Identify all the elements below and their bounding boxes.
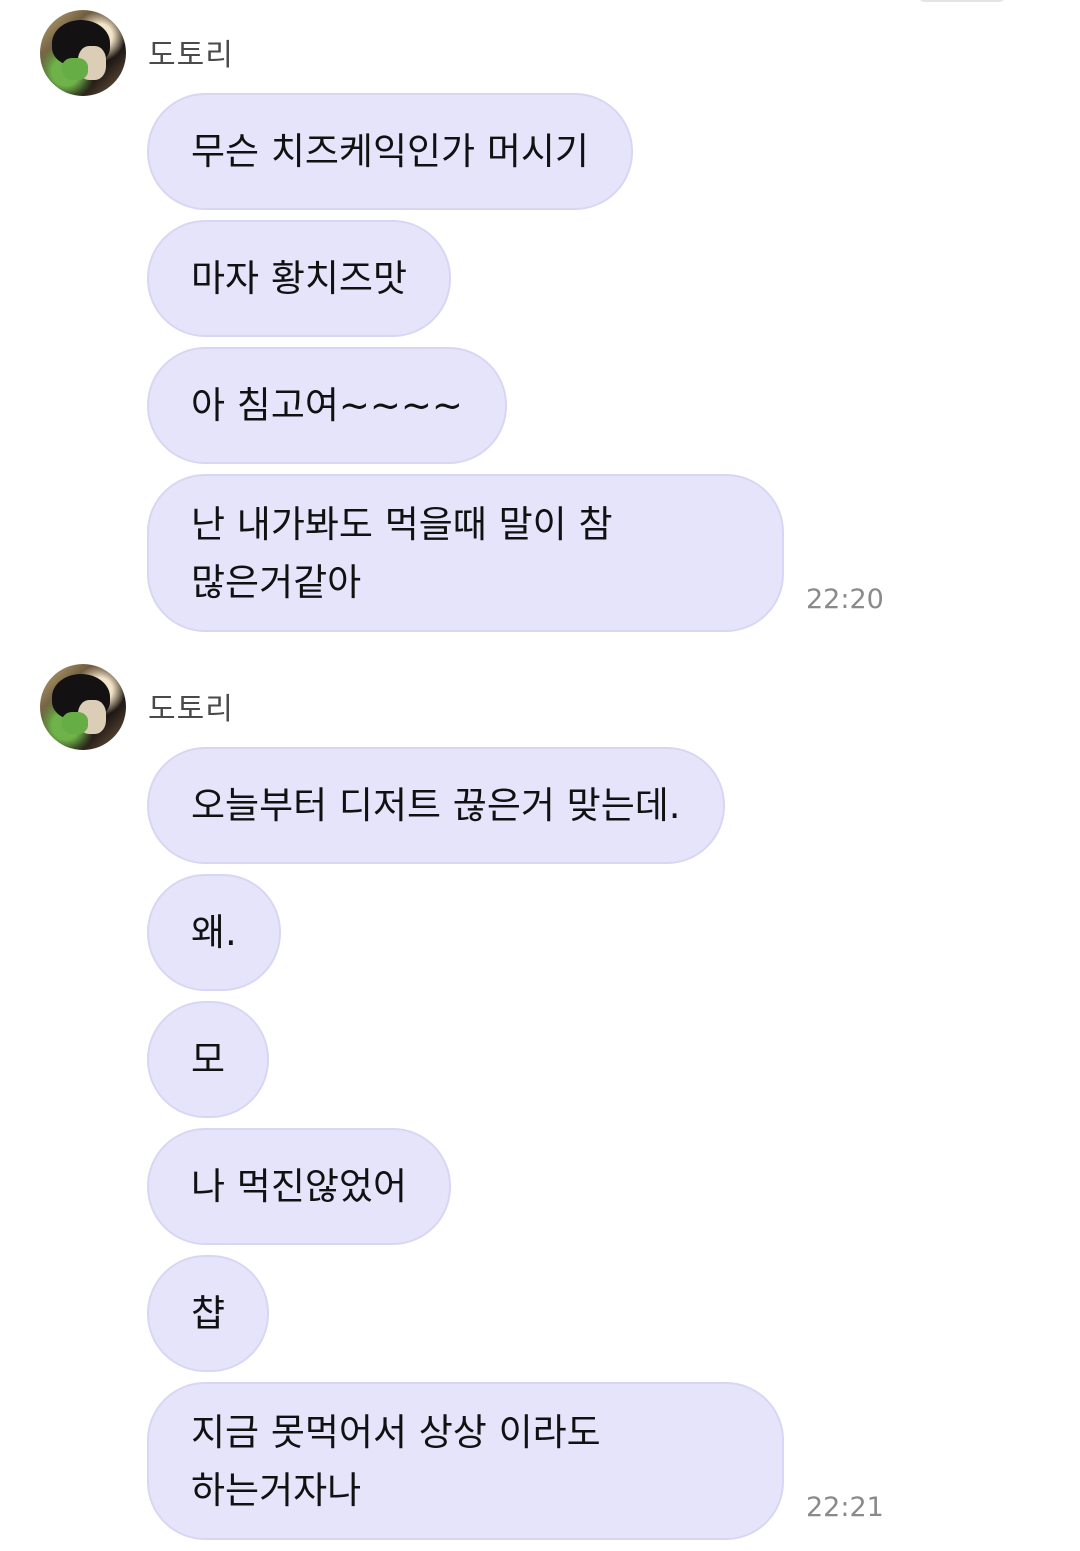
message-timestamp: 22:20	[806, 584, 884, 615]
message-bubble[interactable]: 모	[147, 1001, 270, 1118]
avatar[interactable]	[40, 10, 126, 96]
cutoff-bubble-fragment	[918, 0, 1006, 2]
sender-name: 도토리	[148, 692, 234, 727]
message-bubble[interactable]: 지금 못먹어서 상상 이라도 하는거자나	[147, 1382, 784, 1540]
message-bubble[interactable]: 난 내가봐도 먹을때 말이 참 많은거같아	[147, 474, 784, 632]
avatar-hand	[62, 712, 88, 734]
message-bubble[interactable]: 아 침고여~~~~	[147, 347, 507, 464]
sender-name: 도토리	[148, 38, 234, 73]
message-bubble[interactable]: 오늘부터 디저트 끊은거 맞는데.	[147, 747, 725, 864]
message-bubble[interactable]: 챱	[147, 1255, 270, 1372]
message-bubble[interactable]: 나 먹진않었어	[147, 1128, 452, 1245]
chat-window: 도토리 무슨 치즈케익인가 머시기 마자 황치즈맛 아 침고여~~~~ 난 내가…	[0, 0, 1080, 1551]
message-timestamp: 22:21	[806, 1492, 884, 1523]
message-bubble[interactable]: 마자 황치즈맛	[147, 220, 452, 337]
avatar-hand	[62, 58, 88, 80]
message-bubble[interactable]: 무슨 치즈케익인가 머시기	[147, 93, 633, 210]
avatar[interactable]	[40, 664, 126, 750]
message-bubble[interactable]: 왜.	[147, 874, 281, 991]
